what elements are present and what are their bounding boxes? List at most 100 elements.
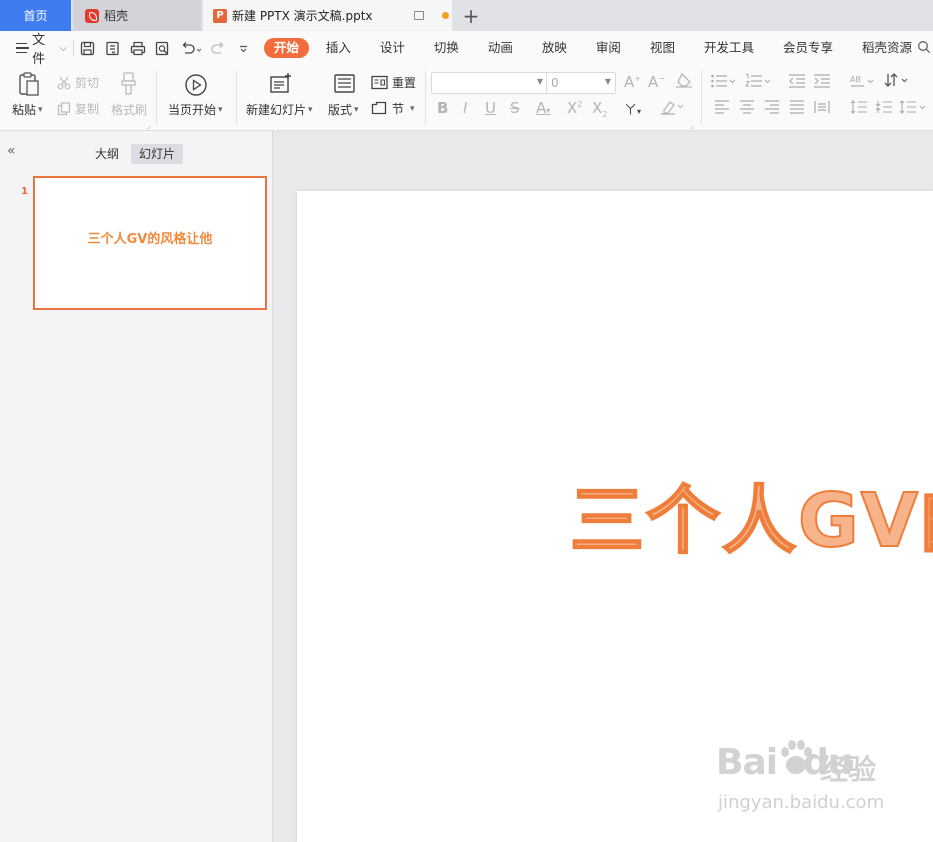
file-menu-label: 文件: [32, 33, 46, 67]
font-name-select[interactable]: ▼: [431, 72, 548, 94]
tab-daoke-label: 稻壳: [104, 9, 129, 23]
format-painter-icon[interactable]: [118, 71, 142, 95]
copy-label: 复制: [75, 102, 100, 116]
increase-indent-icon[interactable]: [813, 73, 831, 93]
italic-icon[interactable]: I: [463, 99, 467, 117]
slide-canvas: 三个人GV的风格让他: [274, 131, 933, 842]
slide-thumbnail-title: 三个人GV的风格让他: [87, 231, 213, 247]
underline-icon[interactable]: U: [485, 99, 496, 117]
unsaved-dot-icon: [441, 12, 449, 19]
export-pdf-icon[interactable]: [105, 40, 121, 56]
watermark-url: jingyan.baidu.com: [718, 792, 885, 813]
menu-daoke-resources[interactable]: 稻壳资源: [854, 38, 920, 58]
tab-document[interactable]: P 新建 PPTX 演示文稿.pptx: [203, 0, 452, 31]
dropdown-arrow-icon: ▼: [536, 77, 543, 86]
menu-view[interactable]: 视图: [642, 38, 683, 58]
align-center-icon[interactable]: [739, 100, 755, 118]
increase-font-icon[interactable]: A+: [624, 73, 641, 91]
screen-icon[interactable]: [413, 11, 424, 20]
phonetic-guide-icon[interactable]: ㄚ▾: [624, 99, 641, 118]
cut-label: 剪切: [75, 76, 100, 90]
justify-icon[interactable]: [789, 100, 805, 118]
play-from-current-icon[interactable]: [184, 73, 208, 97]
superscript-icon[interactable]: X2: [567, 99, 582, 117]
format-painter-button[interactable]: 格式刷: [111, 101, 147, 118]
reset-icon: [371, 75, 388, 90]
paragraph-spacing-icon[interactable]: [875, 100, 893, 118]
sort-icon[interactable]: [884, 72, 912, 92]
plus-icon: +: [462, 3, 480, 28]
font-color-icon[interactable]: A▾: [536, 99, 550, 117]
undo-icon[interactable]: [180, 40, 202, 56]
slide-thumbnail[interactable]: 三个人GV的风格让他: [33, 176, 267, 310]
search-icon[interactable]: [917, 40, 931, 57]
menu-insert[interactable]: 插入: [318, 38, 359, 58]
text-direction-icon[interactable]: AB: [850, 73, 878, 93]
hamburger-icon: [16, 43, 30, 53]
section-label: 节: [392, 102, 405, 116]
divider: [156, 71, 157, 125]
align-left-icon[interactable]: [714, 100, 730, 118]
strikethrough-icon[interactable]: S: [510, 99, 520, 117]
save-icon[interactable]: [80, 40, 96, 56]
spacing-options-icon[interactable]: [899, 100, 927, 118]
divider: [425, 71, 426, 125]
decrease-font-icon[interactable]: A−: [648, 73, 665, 91]
tab-daoke[interactable]: 稻壳: [73, 0, 201, 31]
layout-button[interactable]: 版式 ▾: [328, 101, 359, 118]
dropdown-arrow-icon: ▾: [308, 104, 313, 115]
file-menu[interactable]: 文件 ⌵: [16, 29, 67, 67]
paste-label: 粘贴: [12, 103, 37, 117]
menu-home[interactable]: 开始: [263, 38, 309, 58]
clear-format-icon[interactable]: [675, 72, 693, 92]
start-from-current-button[interactable]: 当页开始 ▾: [168, 101, 223, 118]
tab-bar: 首页 稻壳 P 新建 PPTX 演示文稿.pptx +: [0, 0, 933, 31]
baidu-jingyan-watermark: Bai du 经验 jingyan.baidu.com: [716, 740, 885, 822]
tab-outline[interactable]: 大纲: [87, 144, 127, 164]
bullets-icon[interactable]: [710, 73, 738, 93]
new-slide-button[interactable]: 新建幻灯片 ▾: [246, 101, 313, 118]
slide-number: 1: [21, 186, 28, 197]
distribute-icon[interactable]: [814, 100, 830, 118]
bold-icon[interactable]: B: [437, 99, 448, 117]
reset-button[interactable]: 重置: [371, 74, 416, 91]
menu-transitions[interactable]: 切换: [426, 38, 467, 58]
font-size-select[interactable]: 0 ▼: [546, 72, 616, 94]
subscript-icon[interactable]: X2: [592, 99, 607, 119]
section-button[interactable]: 节 ▾: [371, 100, 415, 117]
menu-design[interactable]: 设计: [372, 38, 413, 58]
collapse-panel-icon[interactable]: «: [7, 143, 16, 159]
tab-home[interactable]: 首页: [0, 0, 71, 31]
section-icon: [371, 101, 387, 115]
dropdown-arrow-icon: ▼: [604, 77, 611, 86]
paste-icon[interactable]: [17, 71, 41, 96]
new-tab-button[interactable]: +: [458, 0, 484, 31]
decrease-indent-icon[interactable]: [788, 73, 806, 93]
font-size-value: 0: [551, 76, 559, 90]
print-preview-icon[interactable]: [155, 40, 171, 56]
quick-access-toolbar: [80, 40, 252, 56]
font-group-launcher-icon[interactable]: ⌟: [690, 122, 693, 130]
clipboard-group-launcher-icon[interactable]: ⌟: [147, 122, 150, 130]
tab-slides[interactable]: 幻灯片: [131, 144, 184, 164]
menu-review[interactable]: 审阅: [588, 38, 629, 58]
redo-icon[interactable]: [211, 40, 227, 56]
start-from-current-label: 当页开始: [168, 103, 217, 117]
cut-button[interactable]: 剪切: [57, 74, 99, 91]
menu-animations[interactable]: 动画: [480, 38, 521, 58]
print-icon[interactable]: [130, 40, 146, 56]
menu-membership[interactable]: 会员专享: [775, 38, 841, 58]
numbering-icon[interactable]: [745, 73, 773, 93]
new-slide-icon[interactable]: [269, 72, 293, 96]
align-right-icon[interactable]: [764, 100, 780, 118]
paste-button[interactable]: 粘贴 ▾: [12, 101, 43, 118]
slide-title-textbox[interactable]: 三个人GV的风格让他: [569, 461, 933, 568]
copy-button[interactable]: 复制: [57, 100, 99, 117]
menu-slideshow[interactable]: 放映: [534, 38, 575, 58]
highlight-icon[interactable]: [659, 99, 685, 119]
customize-toolbar-icon[interactable]: [236, 40, 252, 56]
menu-developer[interactable]: 开发工具: [696, 38, 762, 58]
copy-icon: [57, 101, 71, 115]
layout-icon[interactable]: [333, 73, 357, 97]
line-spacing-icon[interactable]: [850, 100, 868, 118]
